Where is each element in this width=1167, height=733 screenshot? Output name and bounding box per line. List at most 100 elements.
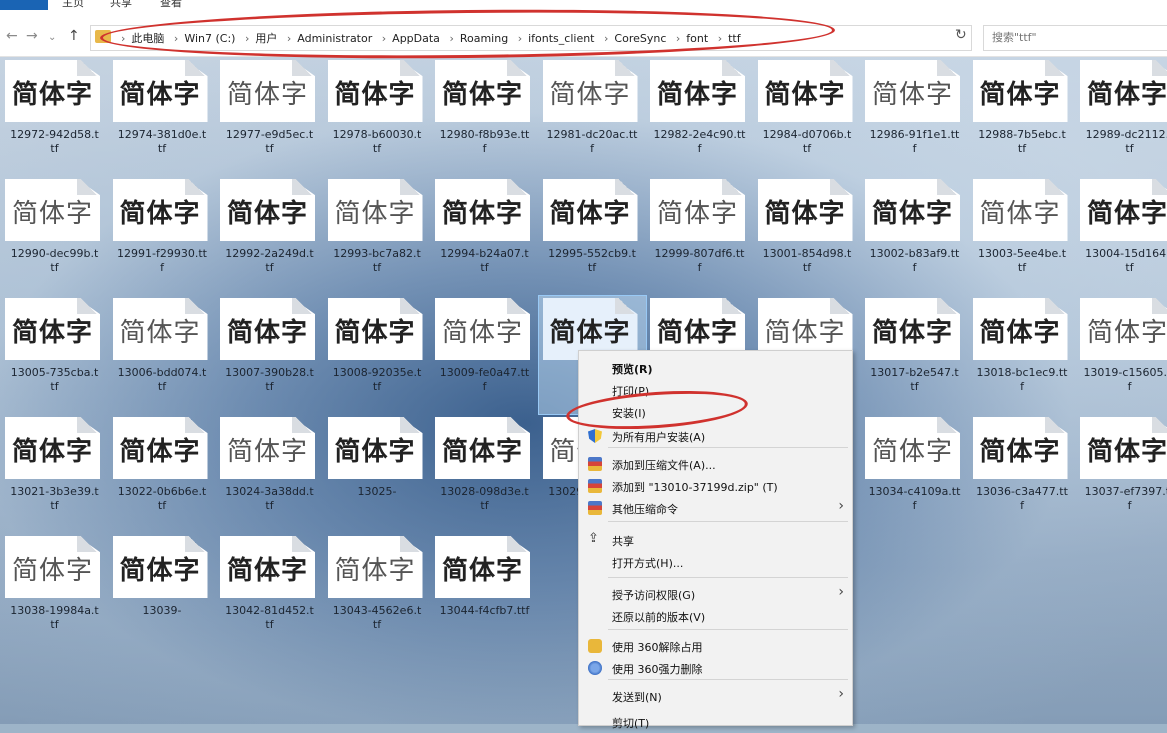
file-item[interactable]: 简体字 13018-bc1ec9.tt f	[969, 296, 1076, 414]
file-item[interactable]: 简体字 12986-91f1e1.tt f	[861, 58, 968, 176]
file-item[interactable]: 简体字 13003-5ee4be.t tf	[969, 177, 1076, 295]
font-preview-text: 简体字	[119, 80, 201, 110]
submenu-arrow-icon: ›	[838, 584, 844, 600]
breadcrumb-item[interactable]: 此电脑	[131, 32, 164, 45]
rar-icon	[588, 457, 602, 471]
file-item[interactable]: 简体字 12972-942d58.t tf	[1, 58, 108, 176]
context-menu-item[interactable]: 打印(P)	[579, 379, 852, 401]
file-item[interactable]: 简体字 12995-552cb9.t tf	[539, 177, 646, 295]
file-item[interactable]: 简体字 13036-c3a477.tt f	[969, 415, 1076, 533]
breadcrumb-item[interactable]: Win7 (C:)	[184, 32, 235, 45]
context-menu-item[interactable]: ⇪ 共享	[579, 529, 852, 551]
file-item[interactable]: 简体字 12989-dc2112.t tf	[1076, 58, 1167, 176]
file-name-line1: 13034-c4109a.tt	[868, 485, 961, 498]
file-item[interactable]: 简体字 13044-f4cfb7.ttf	[431, 534, 538, 652]
file-name: 13042-81d452.t tf	[216, 604, 323, 632]
breadcrumb-item[interactable]: Administrator	[297, 32, 372, 45]
file-item[interactable]: 简体字 12999-807df6.tt f	[646, 177, 753, 295]
file-item[interactable]: 简体字 13008-92035e.t tf	[324, 296, 431, 414]
file-item[interactable]: 简体字 13001-854d98.t tf	[754, 177, 861, 295]
font-preview-text: 简体字	[441, 318, 523, 348]
file-name: 12977-e9d5ec.t tf	[216, 128, 323, 156]
context-menu-item[interactable]: 打开方式(H)...	[579, 551, 852, 573]
breadcrumb-item[interactable]: ifonts_client	[528, 32, 594, 45]
file-item[interactable]: 简体字 13021-3b3e39.t tf	[1, 415, 108, 533]
file-name-line1: 13024-3a38dd.t	[225, 485, 314, 498]
file-name-line2: f	[482, 142, 487, 155]
file-item[interactable]: 简体字 12974-381d0e.t tf	[109, 58, 216, 176]
breadcrumb-item[interactable]: 用户	[255, 32, 277, 45]
file-item[interactable]: 简体字 12984-d0706b.t tf	[754, 58, 861, 176]
context-menu-item[interactable]: 为所有用户安装(A)	[579, 425, 852, 447]
file-name-line1: 12989-dc2112.t	[1085, 128, 1167, 141]
file-item[interactable]: 简体字 13007-390b28.t tf	[216, 296, 323, 414]
context-menu-label: 添加到 "13010-37199d.zip" (T)	[612, 481, 778, 494]
context-menu-item[interactable]: 添加到压缩文件(A)...	[579, 453, 852, 475]
back-arrow-icon[interactable]: ←	[6, 28, 18, 44]
up-arrow-icon[interactable]: ↑	[68, 28, 80, 44]
file-item[interactable]: 简体字 13004-15d164.t tf	[1076, 177, 1167, 295]
file-name: 13018-bc1ec9.tt f	[969, 366, 1076, 394]
context-menu-item[interactable]: 安装(I)	[579, 401, 852, 423]
file-item[interactable]: 简体字 12994-b24a07.t tf	[431, 177, 538, 295]
file-item[interactable]: 简体字 13019-c15605.tt f	[1076, 296, 1167, 414]
breadcrumb-item[interactable]: AppData	[392, 32, 440, 45]
context-menu-label: 共享	[612, 535, 634, 548]
search-box[interactable]	[983, 25, 1167, 51]
context-menu-item[interactable]: 添加到 "13010-37199d.zip" (T)	[579, 475, 852, 497]
file-item[interactable]: 简体字 13042-81d452.t tf	[216, 534, 323, 652]
file-item[interactable]: 简体字 13022-0b6b6e.t tf	[109, 415, 216, 533]
address-path-box[interactable]: › 此电脑 › Win7 (C:) › 用户 › Administrator › AppD…	[90, 25, 1028, 51]
file-item[interactable]: 简体字 13017-b2e547.t tf	[861, 296, 968, 414]
ribbon-file-tab[interactable]	[0, 0, 48, 10]
file-item[interactable]: 简体字 12991-f29930.tt f	[109, 177, 216, 295]
context-menu-label: 授予访问权限(G)	[612, 589, 696, 602]
file-item[interactable]: 简体字 12982-2e4c90.tt f	[646, 58, 753, 176]
file-item[interactable]: 简体字 13039-	[109, 534, 216, 652]
address-bar-row: ← → ⌄ ↑ › 此电脑 › Win7 (C:) › 用户 › Administrat…	[0, 18, 1167, 57]
context-menu-item[interactable]: 使用 360解除占用	[579, 635, 852, 657]
file-item[interactable]: 简体字 12988-7b5ebc.t tf	[969, 58, 1076, 176]
file-item[interactable]: 简体字 13038-19984a.t tf	[1, 534, 108, 652]
search-input[interactable]	[990, 30, 1164, 45]
file-item[interactable]: 简体字 13006-bdd074.t tf	[109, 296, 216, 414]
file-item[interactable]: 简体字 12978-b60030.t tf	[324, 58, 431, 176]
context-menu-item[interactable]: 剪切(T)	[579, 711, 852, 733]
forward-arrow-icon[interactable]: →	[26, 28, 38, 44]
file-item[interactable]: 简体字 12977-e9d5ec.t tf	[216, 58, 323, 176]
file-item[interactable]: 简体字 13002-b83af9.tt f	[861, 177, 968, 295]
file-item[interactable]: 简体字 12981-dc20ac.tt f	[539, 58, 646, 176]
file-item[interactable]: 简体字 12992-2a249d.t tf	[216, 177, 323, 295]
file-name: 12993-bc7a82.t tf	[324, 247, 431, 275]
file-item[interactable]: 简体字 13005-735cba.t tf	[1, 296, 108, 414]
context-menu-item[interactable]: 发送到(N) ›	[579, 685, 852, 707]
context-menu-item[interactable]: 预览(R)	[579, 357, 852, 379]
file-name: 12974-381d0e.t tf	[109, 128, 216, 156]
file-item[interactable]: 简体字 12980-f8b93e.tt f	[431, 58, 538, 176]
font-preview-text: 简体字	[549, 318, 631, 348]
chevron-down-icon[interactable]: ⌄	[48, 32, 56, 43]
file-item[interactable]: 简体字 13009-fe0a47.tt f	[431, 296, 538, 414]
context-menu-item[interactable]: 其他压缩命令 ›	[579, 497, 852, 519]
ribbon-tab-home[interactable]: 主页	[62, 0, 84, 10]
breadcrumb-item[interactable]: ttf	[728, 32, 741, 45]
file-item[interactable]: 简体字 13024-3a38dd.t tf	[216, 415, 323, 533]
file-item[interactable]: 简体字 13037-ef7397.tt f	[1076, 415, 1167, 533]
file-item[interactable]: 简体字 13025-	[324, 415, 431, 533]
breadcrumb-item[interactable]: Roaming	[460, 32, 508, 45]
ribbon-tab-share[interactable]: 共享	[110, 0, 132, 10]
file-name: 13021-3b3e39.t tf	[1, 485, 108, 513]
context-menu-item[interactable]: 还原以前的版本(V)	[579, 605, 852, 627]
refresh-icon[interactable]: ↻	[955, 27, 967, 43]
context-menu-item[interactable]: 使用 360强力删除	[579, 657, 852, 679]
file-name: 13005-735cba.t tf	[1, 366, 108, 394]
file-item[interactable]: 简体字 12993-bc7a82.t tf	[324, 177, 431, 295]
context-menu-item[interactable]: 授予访问权限(G) ›	[579, 583, 852, 605]
breadcrumb-item[interactable]: CoreSync	[614, 32, 666, 45]
file-item[interactable]: 简体字 13043-4562e6.t tf	[324, 534, 431, 652]
file-item[interactable]: 简体字 13034-c4109a.tt f	[861, 415, 968, 533]
file-item[interactable]: 简体字 12990-dec99b.t tf	[1, 177, 108, 295]
file-item[interactable]: 简体字 13028-098d3e.t tf	[431, 415, 538, 533]
breadcrumb-item[interactable]: font	[686, 32, 708, 45]
ribbon-tab-view[interactable]: 查看	[160, 0, 182, 10]
